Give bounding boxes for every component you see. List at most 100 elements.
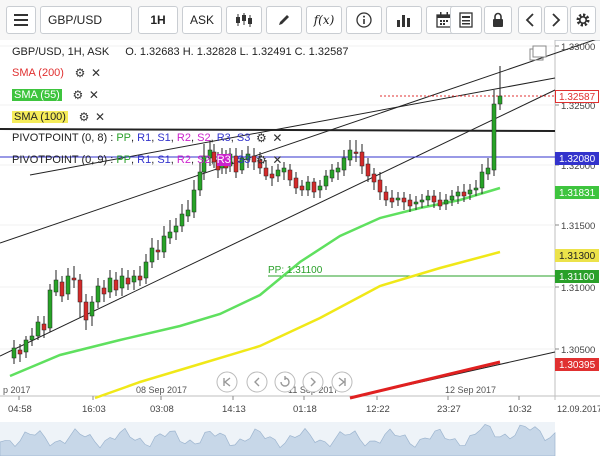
- candle-down: [59, 281, 65, 297]
- pivot-level-s2: S2: [197, 132, 211, 144]
- candle-down: [77, 279, 83, 303]
- info-icon[interactable]: [346, 6, 382, 34]
- candles-icon[interactable]: [226, 6, 262, 34]
- close-icon[interactable]: ✕: [88, 88, 100, 102]
- candle-up: [455, 191, 461, 197]
- first-icon[interactable]: [216, 371, 238, 393]
- chart-area[interactable]: PP: 1.31100 1.33000 1.32500 1.32000 1.31500…: [0, 40, 600, 456]
- next-icon[interactable]: [302, 371, 324, 393]
- candle-up: [65, 275, 71, 295]
- candle-down: [287, 169, 293, 181]
- pivot-level-s3: S3: [236, 132, 251, 144]
- price-side-button[interactable]: ASK: [182, 6, 222, 34]
- candle-up: [443, 199, 449, 205]
- candle-up: [179, 213, 185, 227]
- end-date-label: 12.09.2017: [557, 404, 600, 414]
- pivot-level-s1: S1: [157, 154, 171, 166]
- hamburger-icon[interactable]: [6, 6, 36, 34]
- candle-down: [389, 197, 395, 203]
- candle-up: [305, 181, 311, 191]
- fx-button[interactable]: f(x): [306, 6, 342, 34]
- gear-icon[interactable]: ⚙: [74, 66, 86, 80]
- price-tag: 1.31100: [555, 270, 599, 283]
- pivot-indicator-row[interactable]: PIVOTPOINT (0, 8) : PP, R1, S1, R2, S2, …: [12, 131, 283, 145]
- close-icon[interactable]: ✕: [271, 131, 283, 145]
- price-tag: 1.31300: [555, 249, 599, 262]
- symbol-selector[interactable]: GBP/USD: [40, 6, 132, 34]
- candle-up: [119, 275, 125, 289]
- y-tick-label: 1.30500: [561, 345, 595, 356]
- pivot-label: PIVOTPOINT (0, 8): [12, 132, 108, 144]
- candle-up: [317, 185, 323, 191]
- price-chart[interactable]: PP: 1.31100 1.330001.325001.320001.31500…: [0, 40, 600, 456]
- candle-up: [23, 339, 29, 353]
- x-tick-label: 12:22: [366, 404, 390, 415]
- candle-up: [131, 275, 137, 283]
- ohlc-values: O. 1.32683 H. 1.32828 L. 1.32491 C. 1.32…: [125, 46, 349, 58]
- indicator-row[interactable]: SMA (55) ⚙ ✕: [12, 88, 100, 102]
- candle-up: [341, 157, 347, 171]
- indicator-label: SMA (200): [12, 67, 64, 79]
- y-tick-label: 1.31000: [561, 283, 595, 294]
- candle-down: [293, 177, 299, 189]
- candle-up: [323, 175, 329, 187]
- price-tag: 1.31831: [555, 186, 599, 199]
- pivot-indicator-row[interactable]: PIVOTPOINT (0, 9) : PP, R1, S1, R2, S2, …: [12, 153, 283, 167]
- timeframe-button[interactable]: 1H: [138, 6, 178, 34]
- candle-up: [467, 189, 473, 195]
- candle-up: [29, 335, 35, 341]
- candle-down: [155, 249, 161, 253]
- candle-up: [197, 171, 203, 191]
- chart-title: GBP/USD, 1H, ASK: [12, 46, 110, 58]
- close-icon[interactable]: ✕: [90, 66, 102, 80]
- draw-pen-icon[interactable]: [266, 6, 302, 34]
- candle-up: [149, 247, 155, 263]
- candle-down: [431, 195, 437, 203]
- candle-up: [185, 209, 191, 217]
- candle-up: [479, 171, 485, 189]
- price-side-label: ASK: [189, 13, 214, 27]
- gear-icon[interactable]: ⚙: [78, 110, 90, 124]
- candle-up: [89, 301, 95, 317]
- candle-up: [497, 95, 503, 105]
- chevron-right-icon[interactable]: [544, 6, 568, 34]
- toolbar: GBP/USD 1H ASK f(x): [0, 0, 600, 41]
- lock-icon[interactable]: [484, 6, 512, 34]
- close-icon[interactable]: ✕: [94, 110, 106, 124]
- prev-icon[interactable]: [246, 371, 268, 393]
- pivot-separator: :: [107, 154, 117, 166]
- candle-down: [461, 191, 467, 197]
- reset-icon[interactable]: [274, 371, 296, 393]
- gear-icon[interactable]: ⚙: [255, 131, 267, 145]
- indicator-row[interactable]: SMA (200) ⚙ ✕: [12, 66, 102, 80]
- pivot-level-r1: R1: [137, 132, 152, 144]
- candle-down: [311, 181, 317, 193]
- gear-icon[interactable]: [570, 6, 596, 34]
- candle-down: [359, 151, 365, 167]
- gear-icon[interactable]: ⚙: [72, 88, 84, 102]
- pivot-label: PIVOTPOINT (0, 9): [12, 154, 108, 166]
- volume-bars-icon[interactable]: [386, 6, 422, 34]
- indicator-row[interactable]: SMA (100) ⚙ ✕: [12, 110, 106, 124]
- pivot-level-pp: PP: [116, 132, 132, 144]
- candle-down: [263, 167, 269, 177]
- pivot-level-s3: S3: [236, 154, 251, 166]
- candle-up: [143, 261, 149, 279]
- candle-up: [11, 347, 17, 359]
- candle-down: [17, 349, 23, 355]
- candle-up: [161, 235, 167, 253]
- indicator-label: SMA (55): [12, 89, 62, 101]
- candle-up: [347, 149, 353, 161]
- indicator-label: SMA (100): [12, 111, 68, 123]
- template-icon[interactable]: [450, 6, 482, 34]
- candle-up: [485, 167, 491, 175]
- fx-label: f(x): [313, 13, 335, 27]
- x-tick-label: 01:18: [293, 404, 317, 415]
- candle-up: [35, 321, 41, 337]
- gear-icon[interactable]: ⚙: [255, 153, 267, 167]
- close-icon[interactable]: ✕: [271, 153, 283, 167]
- chevron-left-icon[interactable]: [518, 6, 542, 34]
- candle-down: [113, 279, 119, 291]
- last-icon[interactable]: [331, 371, 353, 393]
- candle-up: [473, 187, 479, 191]
